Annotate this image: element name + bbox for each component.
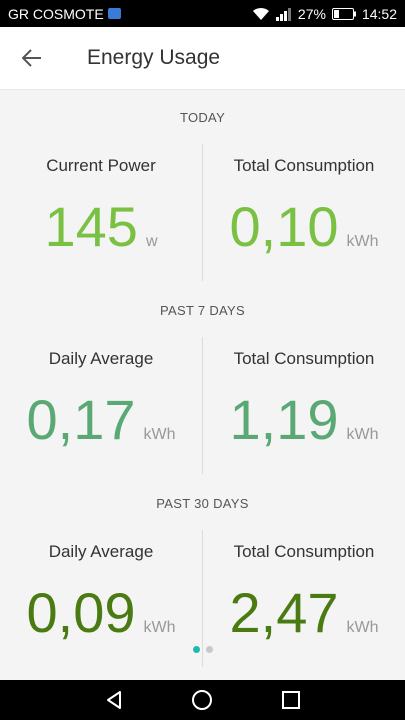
nav-back-button[interactable] <box>94 680 134 720</box>
stat-label: Total Consumption <box>233 542 375 561</box>
status-left: GR COSMOTE <box>8 6 121 22</box>
section-past-7-days: PAST 7 DAYS <box>0 303 405 323</box>
page-indicator <box>0 646 405 653</box>
stat-value-wrap: 0,17 kWh <box>0 392 202 448</box>
stats-row-today: Current Power 145 w Total Consumption 0,… <box>0 144 405 281</box>
stat-unit: kWh <box>346 619 379 636</box>
stat-value: 0,10 <box>229 195 339 258</box>
section-header: TODAY <box>179 110 226 125</box>
stat-label: Total Consumption <box>233 156 375 175</box>
stat-value-wrap: 0,10 kWh <box>203 199 405 255</box>
stat-label: Daily Average <box>48 542 154 561</box>
page-title: Energy Usage <box>87 46 221 69</box>
total-consumption-stat: Total Consumption 1,19 kWh <box>203 337 405 474</box>
signal-icon <box>275 7 292 21</box>
section-today: TODAY <box>0 110 405 130</box>
back-button[interactable] <box>0 27 64 90</box>
daily-average-stat: Daily Average 0,17 kWh <box>0 337 202 474</box>
stat-unit: kWh <box>143 619 176 636</box>
stat-value-wrap: 1,19 kWh <box>203 392 405 448</box>
section-past-30-days: PAST 30 DAYS <box>0 496 405 516</box>
battery-percent: 27% <box>297 5 326 22</box>
stat-unit: kWh <box>143 426 176 443</box>
nav-bar <box>0 680 405 720</box>
current-power-stat: Current Power 145 w <box>0 144 202 281</box>
stat-value: 0,17 <box>26 388 136 451</box>
page-dot[interactable] <box>205 646 213 653</box>
nav-home-button[interactable] <box>182 680 222 720</box>
clock: 14:52 <box>361 5 397 22</box>
stat-value: 2,47 <box>229 581 339 644</box>
status-bar: GR COSMOTE 27% 14:52 <box>0 0 405 27</box>
stat-value-wrap: 145 w <box>0 199 202 255</box>
back-triangle-icon <box>107 691 122 709</box>
stat-unit: kWh <box>346 426 379 443</box>
recents-square-icon <box>281 691 300 709</box>
stat-unit: w <box>145 233 158 250</box>
battery-icon <box>331 7 356 20</box>
carrier-name: GR COSMOTE <box>8 5 104 22</box>
stat-label: Daily Average <box>48 349 154 368</box>
status-right: 27% 14:52 <box>252 6 397 22</box>
stat-value: 1,19 <box>229 388 339 451</box>
nav-recents-button[interactable] <box>271 680 311 720</box>
stats-row-7-days: Daily Average 0,17 kWh Total Consumption… <box>0 337 405 474</box>
total-consumption-stat: Total Consumption 0,10 kWh <box>203 144 405 281</box>
stat-value-wrap: 2,47 kWh <box>203 585 405 641</box>
stat-label: Current Power <box>46 156 156 175</box>
stat-value: 0,09 <box>26 581 136 644</box>
home-circle-icon <box>192 690 213 710</box>
stat-unit: kWh <box>346 233 379 250</box>
page-dot-active[interactable] <box>192 646 200 653</box>
stat-value-wrap: 0,09 kWh <box>0 585 202 641</box>
section-header: PAST 7 DAYS <box>160 303 245 318</box>
app-bar: Energy Usage <box>0 27 405 90</box>
section-header: PAST 30 DAYS <box>156 496 249 511</box>
stat-label: Total Consumption <box>233 349 375 368</box>
wifi-icon <box>252 7 270 21</box>
content[interactable]: TODAY Current Power 145 w Total Consumpt… <box>0 90 405 680</box>
carrier-icon <box>107 8 121 19</box>
arrow-back-icon <box>22 49 41 67</box>
stat-value: 145 <box>44 195 138 258</box>
